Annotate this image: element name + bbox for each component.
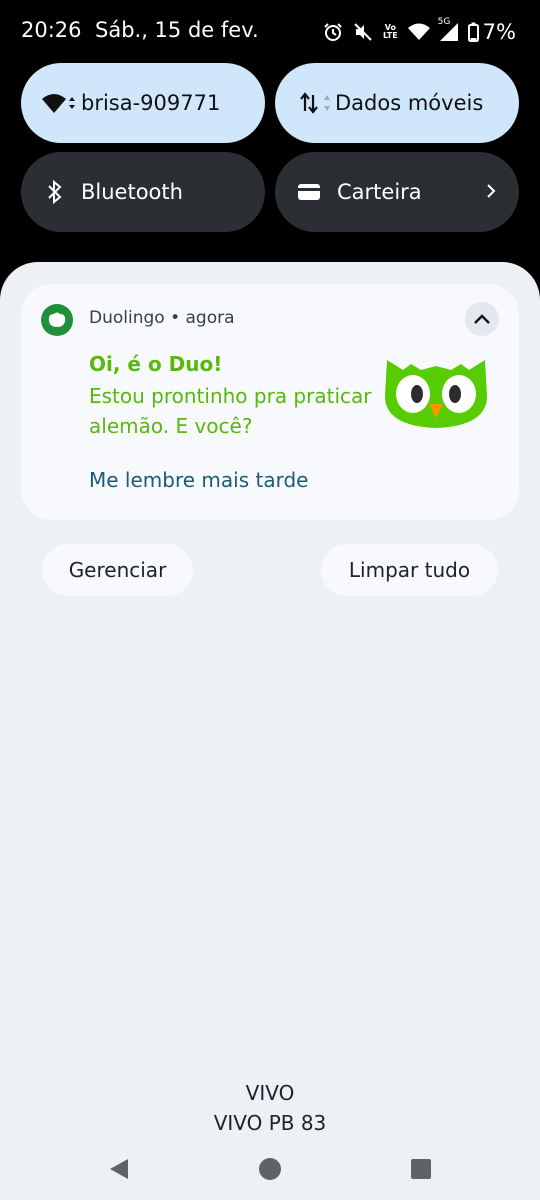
tile-wallet-label: Carteira <box>337 180 422 204</box>
chevron-up-icon <box>473 310 491 329</box>
volte-icon: Vo LTE <box>383 24 398 40</box>
collapse-button[interactable] <box>465 302 499 336</box>
battery-percent: 7% <box>482 20 516 44</box>
notification-body: Estou prontinho pra praticar alemão. E v… <box>89 384 372 438</box>
tile-mobile-data-label: Dados móveis <box>335 91 484 115</box>
tile-bluetooth[interactable]: Bluetooth <box>21 152 265 232</box>
signal-icon: 5G <box>438 17 458 41</box>
home-icon <box>259 1158 281 1180</box>
mobile-data-icon <box>299 86 335 120</box>
notification-title: Oi, é o Duo! <box>89 352 223 376</box>
recents-icon <box>411 1159 431 1179</box>
tile-wifi-label: brisa-909771 <box>81 91 221 115</box>
carrier-name: VIVO <box>245 1081 295 1105</box>
notification-header: Duolingo • agora <box>89 308 235 328</box>
clear-all-button[interactable]: Limpar tudo <box>321 544 498 596</box>
back-icon <box>110 1159 128 1179</box>
alarm-icon <box>323 22 343 42</box>
status-time: 20:26 <box>21 18 82 42</box>
status-bar: 20:26 Sáb., 15 de fev. Vo LTE 5G 7% <box>0 0 540 64</box>
tile-wifi[interactable]: brisa-909771 <box>21 63 265 143</box>
tile-wallet[interactable]: Carteira <box>275 152 519 232</box>
duo-owl-image <box>381 356 491 432</box>
home-button[interactable] <box>259 1158 281 1184</box>
notification-card[interactable]: Duolingo • agora Oi, é o Duo! Estou pron… <box>21 284 519 520</box>
wifi-status-icon <box>407 23 430 41</box>
tile-mobile-data[interactable]: Dados móveis <box>275 63 519 143</box>
battery: 7% <box>467 20 516 44</box>
status-date: Sáb., 15 de fev. <box>95 18 259 42</box>
mute-icon <box>353 22 373 42</box>
manage-button[interactable]: Gerenciar <box>42 544 193 596</box>
back-button[interactable] <box>108 1158 130 1184</box>
navigation-bar <box>0 1140 540 1200</box>
tile-bluetooth-label: Bluetooth <box>81 180 183 204</box>
network-type: 5G <box>437 17 451 27</box>
duolingo-app-icon <box>41 304 73 336</box>
status-icons: Vo LTE 5G 7% <box>323 17 516 46</box>
bluetooth-icon <box>45 175 65 209</box>
wifi-icon <box>41 86 79 120</box>
remind-later-action[interactable]: Me lembre mais tarde <box>89 468 308 492</box>
chevron-right-icon <box>485 181 497 205</box>
recents-button[interactable] <box>411 1159 431 1183</box>
volte-label-bottom: LTE <box>382 31 398 40</box>
carrier-detail: VIVO PB 83 <box>213 1111 327 1135</box>
wallet-icon <box>297 175 321 209</box>
battery-icon <box>467 22 479 42</box>
